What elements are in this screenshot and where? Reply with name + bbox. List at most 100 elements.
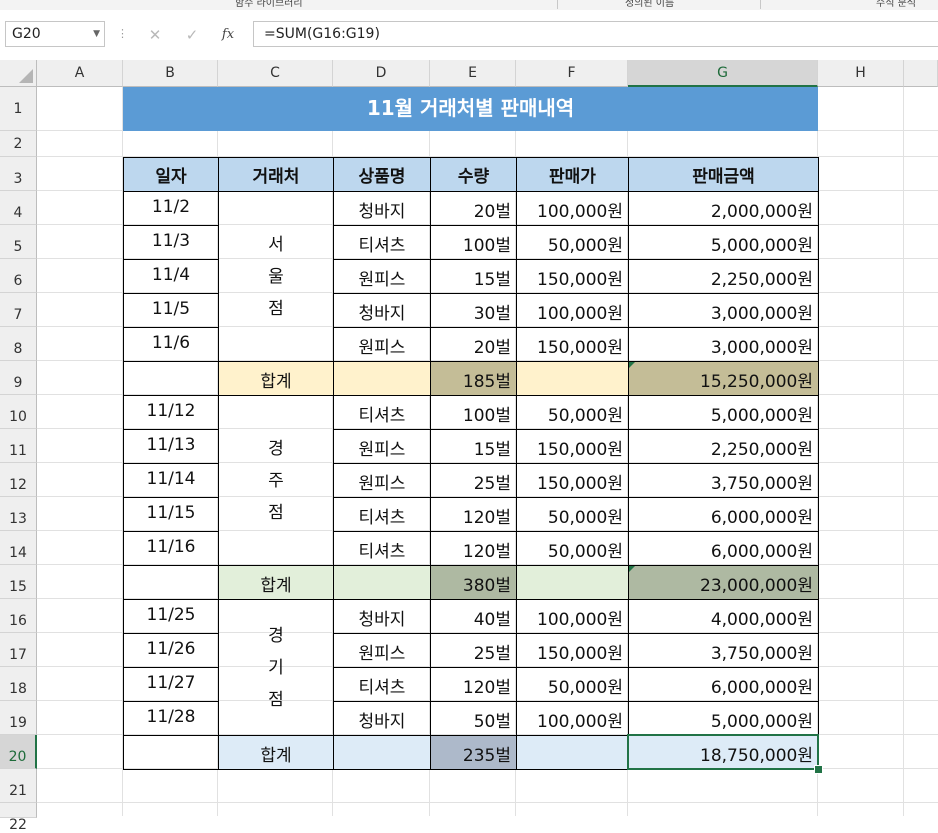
row-header-14[interactable]: 14 [0,531,37,565]
price-cell[interactable]: 150,000원 [516,327,629,362]
price-cell[interactable]: 150,000원 [516,259,629,294]
name-box[interactable]: G20 ▼ [5,21,105,47]
row-header-7[interactable]: 7 [0,293,37,327]
store-cell[interactable]: 서울점 [218,191,334,362]
subtotal-blank-cell[interactable] [123,735,219,770]
row-header-6[interactable]: 6 [0,259,37,293]
fill-handle[interactable] [814,765,823,774]
subtotal-blank-cell[interactable] [333,565,431,600]
price-cell[interactable]: 150,000원 [516,633,629,668]
cancel-icon[interactable]: ✕ [144,24,166,46]
row-header-5[interactable]: 5 [0,225,37,259]
product-cell[interactable]: 청바지 [333,293,431,328]
store-cell[interactable]: 경주점 [218,395,334,566]
date-cell[interactable]: 11/3 [123,225,219,260]
quantity-cell[interactable]: 15벌 [430,429,517,464]
row-header-3[interactable]: 3 [0,157,37,191]
row-header-19[interactable]: 19 [0,701,37,735]
price-cell[interactable]: 50,000원 [516,225,629,260]
row-header-17[interactable]: 17 [0,633,37,667]
ribbon-label-function-library[interactable]: 함수 라이브러리 [235,0,303,9]
date-cell[interactable]: 11/12 [123,395,219,430]
product-cell[interactable]: 청바지 [333,599,431,634]
quantity-cell[interactable]: 30벌 [430,293,517,328]
subtotal-blank-cell[interactable] [123,565,219,600]
product-cell[interactable]: 원피스 [333,259,431,294]
product-cell[interactable]: 티셔츠 [333,531,431,566]
amount-cell[interactable]: 3,750,000원 [628,463,819,498]
row-header-11[interactable]: 11 [0,429,37,463]
date-cell[interactable]: 11/4 [123,259,219,294]
column-header-next[interactable] [904,60,938,87]
ribbon-label-defined-names[interactable]: 정의된 이름 [625,0,674,9]
column-title-store[interactable]: 거래처 [218,157,334,192]
price-cell[interactable]: 150,000원 [516,429,629,464]
date-cell[interactable]: 11/28 [123,701,219,736]
price-cell[interactable]: 100,000원 [516,701,629,736]
row-header-12[interactable]: 12 [0,463,37,497]
ribbon-label-formula-auditing[interactable]: 수식 분석 [876,0,916,9]
column-header-d[interactable]: D [333,60,430,87]
select-all-button[interactable] [0,60,37,87]
row-header-18[interactable]: 18 [0,667,37,701]
row-header-13[interactable]: 13 [0,497,37,531]
quantity-cell[interactable]: 100벌 [430,395,517,430]
column-header-g[interactable]: G [628,60,818,87]
product-cell[interactable]: 청바지 [333,191,431,226]
price-cell[interactable]: 50,000원 [516,531,629,566]
date-cell[interactable]: 11/13 [123,429,219,464]
error-indicator-icon[interactable] [629,362,635,368]
subtotal-amount-cell[interactable]: 23,000,000원 [628,565,819,600]
amount-cell[interactable]: 5,000,000원 [628,225,819,260]
quantity-cell[interactable]: 50벌 [430,701,517,736]
column-title-product[interactable]: 상품명 [333,157,431,192]
subtotal-quantity-cell[interactable]: 235벌 [430,735,517,770]
subtotal-blank-cell[interactable] [333,735,431,770]
price-cell[interactable]: 150,000원 [516,463,629,498]
price-cell[interactable]: 50,000원 [516,667,629,702]
date-cell[interactable]: 11/6 [123,327,219,362]
date-cell[interactable]: 11/26 [123,633,219,668]
column-title-price[interactable]: 판매가 [516,157,629,192]
row-header-2[interactable]: 2 [0,131,37,157]
row-header-10[interactable]: 10 [0,395,37,429]
price-cell[interactable]: 100,000원 [516,293,629,328]
amount-cell[interactable]: 2,250,000원 [628,429,819,464]
sheet-title[interactable]: 11월 거래처별 판매내역 [123,87,818,131]
column-header-c[interactable]: C [218,60,333,87]
amount-cell[interactable]: 2,000,000원 [628,191,819,226]
row-header-16[interactable]: 16 [0,599,37,633]
row-header-15[interactable]: 15 [0,565,37,599]
quantity-cell[interactable]: 100벌 [430,225,517,260]
subtotal-blank-cell[interactable] [516,565,629,600]
amount-cell[interactable]: 5,000,000원 [628,701,819,736]
row-header-20[interactable]: 20 [0,735,37,769]
product-cell[interactable]: 원피스 [333,463,431,498]
quantity-cell[interactable]: 120벌 [430,497,517,532]
subtotal-blank-cell[interactable] [516,361,629,396]
amount-cell[interactable]: 6,000,000원 [628,531,819,566]
quantity-cell[interactable]: 20벌 [430,191,517,226]
quantity-cell[interactable]: 25벌 [430,633,517,668]
quantity-cell[interactable]: 15벌 [430,259,517,294]
product-cell[interactable]: 원피스 [333,633,431,668]
price-cell[interactable]: 100,000원 [516,191,629,226]
amount-cell[interactable]: 4,000,000원 [628,599,819,634]
quantity-cell[interactable]: 120벌 [430,531,517,566]
subtotal-blank-cell[interactable] [333,361,431,396]
quantity-cell[interactable]: 20벌 [430,327,517,362]
subtotal-quantity-cell[interactable]: 380벌 [430,565,517,600]
column-title-date[interactable]: 일자 [123,157,219,192]
quantity-cell[interactable]: 25벌 [430,463,517,498]
store-cell[interactable]: 경기점 [218,599,334,736]
price-cell[interactable]: 50,000원 [516,395,629,430]
date-cell[interactable]: 11/5 [123,293,219,328]
product-cell[interactable]: 티셔츠 [333,225,431,260]
date-cell[interactable]: 11/2 [123,191,219,226]
row-header-9[interactable]: 9 [0,361,37,395]
product-cell[interactable]: 티셔츠 [333,667,431,702]
price-cell[interactable]: 50,000원 [516,497,629,532]
product-cell[interactable]: 티셔츠 [333,497,431,532]
quantity-cell[interactable]: 40벌 [430,599,517,634]
product-cell[interactable]: 원피스 [333,429,431,464]
